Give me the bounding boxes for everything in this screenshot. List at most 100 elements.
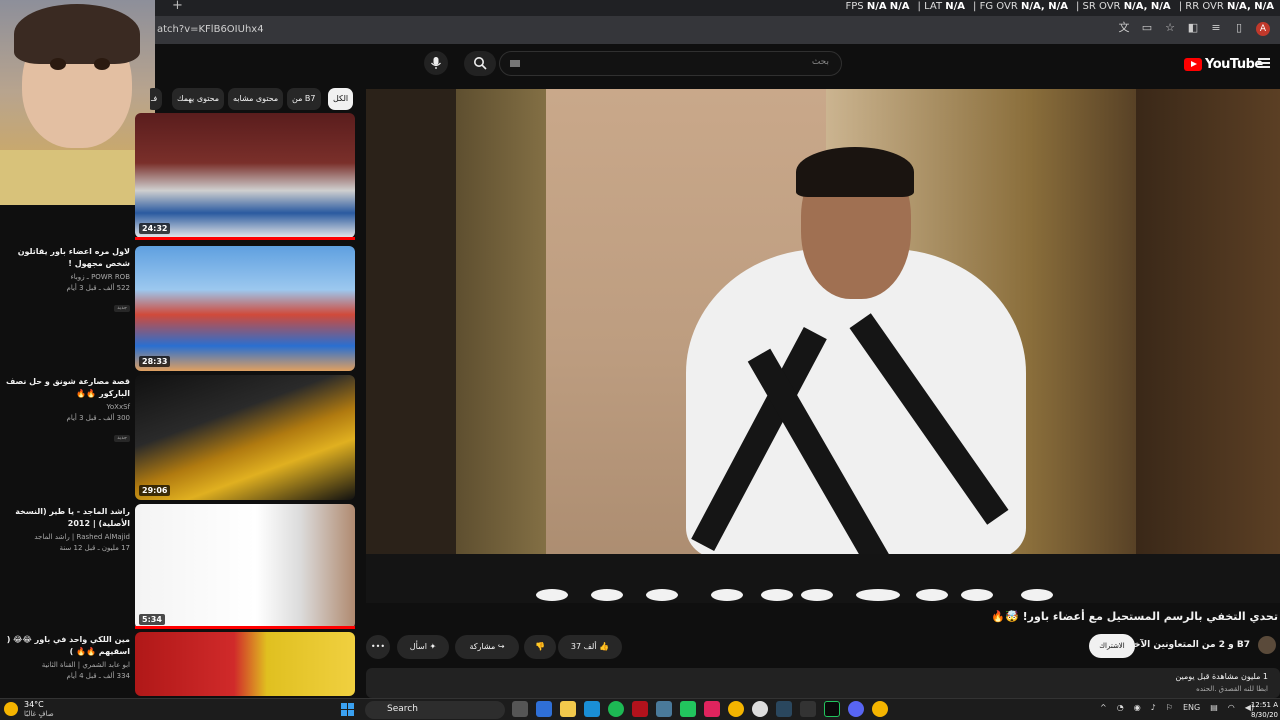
tray-app-icon[interactable]: ⚐ <box>1166 703 1173 712</box>
windows-start-icon[interactable] <box>341 703 354 716</box>
photos-icon[interactable] <box>656 701 672 717</box>
extensions-icon[interactable]: ◧ <box>1187 22 1199 34</box>
ask-button[interactable]: اسأل ✦ <box>397 635 449 659</box>
more-actions-button[interactable]: ••• <box>366 635 390 659</box>
chrome-icon[interactable] <box>728 701 744 717</box>
chip-for-you[interactable]: محتوى يهمك <box>172 88 225 110</box>
tray-overflow-icon[interactable]: ^ <box>1100 703 1107 712</box>
description-text: ابطا للنه القصدق .الحنده <box>1196 685 1268 693</box>
media-control-icon[interactable]: ≡ <box>1210 22 1222 34</box>
weather-temperature[interactable]: 34°C <box>24 700 44 709</box>
new-badge: جديد <box>114 305 130 312</box>
related-thumbnail[interactable]: 5:34 <box>135 504 355 629</box>
related-video-info[interactable]: راشد الماجد - يا طير (النسخة الأصلية) | … <box>2 506 130 554</box>
video-duration: 24:32 <box>139 223 171 234</box>
video-duration: 28:33 <box>139 356 171 367</box>
menu-icon[interactable] <box>1258 58 1270 68</box>
system-clock[interactable]: 12:51 A 8/30/20 <box>1251 700 1278 720</box>
related-video-channel: POWR ROB ـ زوباء <box>70 273 130 281</box>
related-thumbnail[interactable] <box>135 632 355 696</box>
white-piece <box>961 589 993 601</box>
dislike-button[interactable]: 👎 <box>524 635 556 659</box>
rr-stat: | RR OVR N/A, N/A <box>1178 1 1274 12</box>
share-icon: ↪ <box>497 642 505 651</box>
white-piece <box>761 589 793 601</box>
taskbar-apps <box>512 701 888 717</box>
microphone-icon <box>431 57 441 69</box>
chrome-active-icon[interactable] <box>872 701 888 717</box>
description-box[interactable] <box>366 668 1280 698</box>
lat-label: LAT <box>924 1 943 12</box>
profile-avatar[interactable]: A <box>1256 22 1270 36</box>
related-thumbnail[interactable]: 28:33 <box>135 246 355 371</box>
microphone-tray-icon[interactable]: ♪ <box>1151 703 1156 712</box>
like-count: 37 ألف <box>570 642 597 651</box>
nvidia-icon[interactable] <box>824 701 840 717</box>
spotify-icon[interactable] <box>608 701 624 717</box>
lat-value: N/A <box>945 1 966 12</box>
channel-avatar[interactable] <box>1258 636 1276 654</box>
related-thumbnail[interactable]: 29:06 <box>135 375 355 500</box>
network-icon[interactable]: ▤ <box>1210 703 1218 712</box>
cast-icon[interactable]: ▭ <box>1141 22 1153 34</box>
webcam-overlay <box>0 0 155 205</box>
task-view-icon[interactable] <box>512 701 528 717</box>
related-video-channel: ابو عابد الشمري | القناة الثانية <box>41 661 130 669</box>
related-video-meta: 300 ألف ـ قبل 3 أيام <box>66 414 130 422</box>
sr-stat: | SR OVR N/A, N/A <box>1075 1 1171 12</box>
fps-value-2: N/A <box>889 1 910 12</box>
subscribe-button[interactable]: الاشتراك <box>1089 634 1135 658</box>
thumbs-down-icon: 👎 <box>535 642 545 651</box>
new-badge: جديد <box>114 435 130 442</box>
video-title: تحدي التخفي بالرسم المستحيل مع أعضاء باو… <box>991 610 1278 623</box>
url-field[interactable]: atch?v=KFlB6OIUhx4 <box>157 24 264 35</box>
chip-all[interactable]: الكل <box>328 88 354 110</box>
new-tab-button[interactable]: + <box>172 0 183 13</box>
obs-icon[interactable] <box>752 701 768 717</box>
related-video-meta: 334 ألف ـ قبل 4 أيام <box>66 672 130 680</box>
browser-toolbar-icons: 文 ▭ ☆ ◧ ≡ ▯ A <box>1118 22 1270 36</box>
related-video-info[interactable]: مين اللكي واحد في باور 😂😂 ( اسقيهم 🔥🔥 ) … <box>2 634 130 682</box>
video-duration: 29:06 <box>139 485 171 496</box>
steam-icon[interactable] <box>776 701 792 717</box>
translate-icon[interactable]: 文 <box>1118 22 1130 34</box>
tray-app-icon[interactable]: ◔ <box>1117 703 1124 712</box>
voice-search-button[interactable] <box>424 51 448 75</box>
chip-similar[interactable]: محتوى مشابه <box>228 88 284 110</box>
edge-icon[interactable] <box>584 701 600 717</box>
language-indicator[interactable]: ENG <box>1183 703 1200 712</box>
tiktok-icon[interactable] <box>704 701 720 717</box>
white-piece <box>591 589 623 601</box>
sidebar-icon[interactable]: ▯ <box>1233 22 1245 34</box>
related-video-title: قصة مصارعة شونق و حل نصف الباركور 🔥🔥 <box>5 377 130 398</box>
capcut-icon[interactable] <box>800 701 816 717</box>
tray-app-icon[interactable]: ◉ <box>1134 703 1141 712</box>
taskbar-search[interactable] <box>365 701 505 719</box>
performance-overlay: FPS N/A N/A | LAT N/A | FG OVR N/A, N/A … <box>846 1 1275 12</box>
movie-maker-icon[interactable] <box>632 701 648 717</box>
thumbs-up-icon: 👍 <box>599 642 610 651</box>
wifi-icon[interactable]: ◠ <box>1228 703 1235 712</box>
bookmark-star-icon[interactable]: ☆ <box>1164 22 1176 34</box>
video-player[interactable] <box>366 89 1280 603</box>
related-video-info[interactable]: لاول مره اعضاء باور يقاتلون شخص مجهول ! … <box>2 246 130 313</box>
chip-from-b7[interactable]: من B7 <box>287 88 321 110</box>
youtube-logo[interactable]: YouTube <box>1184 57 1263 72</box>
whatsapp-icon[interactable] <box>680 701 696 717</box>
search-input[interactable]: بحث <box>499 51 842 76</box>
weather-description[interactable]: صافٍ غالبًا <box>24 710 54 718</box>
channel-name[interactable]: B7 و 2 من المتعاونين الآخرين <box>1117 640 1250 650</box>
related-thumbnail[interactable]: 24:32 <box>135 113 355 238</box>
white-piece <box>646 589 678 601</box>
discord-icon[interactable] <box>848 701 864 717</box>
widgets-icon[interactable] <box>536 701 552 717</box>
related-video-info[interactable]: قصة مصارعة شونق و حل نصف الباركور 🔥🔥 YoX… <box>2 376 130 443</box>
youtube-logo-text: YouTube <box>1205 57 1263 72</box>
share-button[interactable]: مشاركة ↪ <box>455 635 519 659</box>
like-button[interactable]: 37 ألف 👍 <box>558 635 622 659</box>
fps-value: N/A <box>866 1 887 12</box>
search-button[interactable] <box>464 51 496 76</box>
file-explorer-icon[interactable] <box>560 701 576 717</box>
weather-sun-icon[interactable] <box>4 702 18 716</box>
chip-more[interactable]: فـ <box>150 88 163 110</box>
